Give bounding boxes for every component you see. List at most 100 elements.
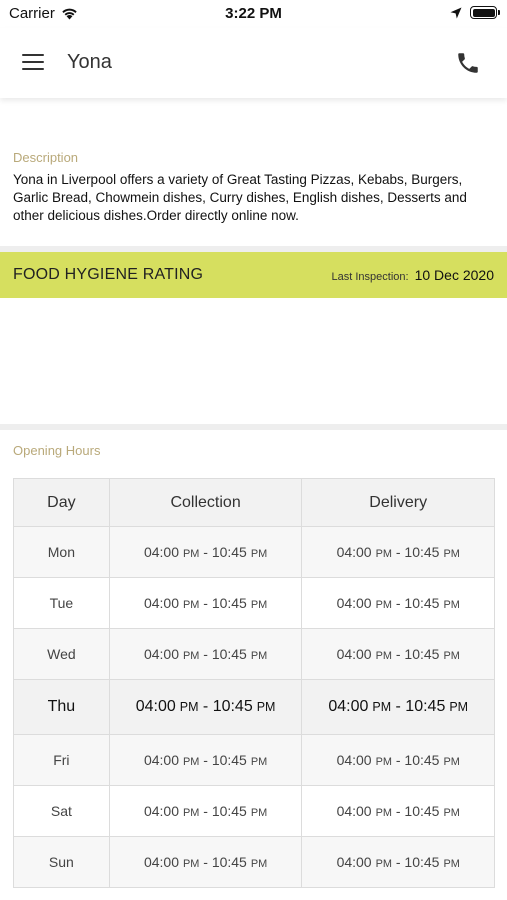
table-row: Thu 04:00 PM - 10:45 PM 04:00 PM - 10:45 PM <box>13 679 495 735</box>
opening-hours-table: Day Collection Delivery Mon 04:00 PM - 10:… <box>13 478 495 888</box>
day-cell: Thu <box>13 679 110 735</box>
last-inspection-date: 10 Dec 2020 <box>414 267 494 283</box>
time-value: 04:00 <box>336 646 372 662</box>
time-value: 04:00 <box>143 595 179 611</box>
time-value: 10:45 <box>405 698 446 715</box>
description-section: Description Yona in Liverpool offers a v… <box>13 150 497 225</box>
hamburger-menu-icon[interactable] <box>22 54 46 72</box>
ampm-label: PM <box>250 650 268 662</box>
app-header: Yona <box>0 28 507 98</box>
time-value: 04:00 <box>143 854 179 870</box>
collection-hours-cell: 04:00 PM - 10:45 PM <box>108 628 303 680</box>
column-header-collection: Collection <box>108 478 303 527</box>
ampm-label: PM <box>183 756 200 768</box>
time-value: 10:45 <box>211 595 247 611</box>
table-row: Fri 04:00 PM - 10:45 PM 04:00 PM - 10:45 PM <box>13 734 495 786</box>
status-bar: Carrier 3:22 PM <box>0 0 507 28</box>
battery-icon <box>470 6 500 19</box>
collection-hours-cell: 04:00 PM - 10:45 PM <box>108 785 303 837</box>
time-value: 04:00 <box>143 803 179 819</box>
ampm-label: PM <box>443 807 460 819</box>
ampm-label: PM <box>449 700 469 714</box>
time-value: 04:00 <box>336 595 372 611</box>
day-cell: Tue <box>13 577 110 629</box>
table-row: Sun 04:00 PM - 10:45 PM 04:00 PM - 10:45 PM <box>13 836 495 888</box>
phone-icon[interactable] <box>455 50 481 76</box>
ampm-label: PM <box>443 548 460 560</box>
ampm-label: PM <box>250 756 268 768</box>
time-separator: - <box>391 854 405 870</box>
collection-hours-cell: 04:00 PM - 10:45 PM <box>108 836 303 888</box>
day-cell: Fri <box>13 734 110 786</box>
collection-hours-cell: 04:00 PM - 10:45 PM <box>108 734 303 786</box>
time-separator: - <box>199 595 212 611</box>
delivery-hours-cell: 04:00 PM - 10:45 PM <box>301 526 495 578</box>
day-cell: Sun <box>13 836 110 888</box>
time-separator: - <box>391 803 405 819</box>
status-time: 3:22 PM <box>225 5 282 22</box>
delivery-hours-cell: 04:00 PM - 10:45 PM <box>301 785 495 837</box>
ampm-label: PM <box>256 700 276 714</box>
delivery-hours-cell: 04:00 PM - 10:45 PM <box>301 734 495 786</box>
collection-hours-cell: 04:00 PM - 10:45 PM <box>108 577 303 629</box>
delivery-hours-cell: 04:00 PM - 10:45 PM <box>301 577 495 629</box>
description-label: Description <box>13 150 79 165</box>
ampm-label: PM <box>250 807 268 819</box>
ampm-label: PM <box>375 599 392 611</box>
ampm-label: PM <box>375 650 392 662</box>
ampm-label: PM <box>183 858 200 870</box>
time-value: 04:00 <box>328 698 369 715</box>
opening-hours-label: Opening Hours <box>13 443 101 458</box>
ampm-label: PM <box>443 599 460 611</box>
description-text: Yona in Liverpool offers a variety of Gr… <box>13 172 467 223</box>
time-value: 10:45 <box>211 803 247 819</box>
time-separator: - <box>199 803 212 819</box>
last-inspection: Last Inspection: 10 Dec 2020 <box>332 267 494 283</box>
ampm-label: PM <box>443 650 460 662</box>
time-separator: - <box>391 595 405 611</box>
column-header-day: Day <box>13 478 110 527</box>
time-value: 04:00 <box>336 544 372 560</box>
ampm-label: PM <box>443 756 460 768</box>
time-separator: - <box>199 854 212 870</box>
ampm-label: PM <box>250 858 268 870</box>
time-value: 10:45 <box>211 544 247 560</box>
ampm-label: PM <box>372 700 392 714</box>
time-separator: - <box>391 646 405 662</box>
ampm-label: PM <box>443 858 460 870</box>
ampm-label: PM <box>183 650 200 662</box>
time-separator: - <box>199 752 212 768</box>
time-separator: - <box>199 646 212 662</box>
delivery-hours-cell: 04:00 PM - 10:45 PM <box>301 679 495 735</box>
table-row: Tue 04:00 PM - 10:45 PM 04:00 PM - 10:45 PM <box>13 577 495 629</box>
ampm-label: PM <box>183 548 200 560</box>
time-value: 10:45 <box>212 698 253 715</box>
day-cell: Mon <box>13 526 110 578</box>
food-hygiene-bar: FOOD HYGIENE RATING Last Inspection: 10 … <box>0 252 507 298</box>
time-value: 04:00 <box>336 803 372 819</box>
collection-hours-cell: 04:00 PM - 10:45 PM <box>108 526 303 578</box>
ampm-label: PM <box>250 548 268 560</box>
time-value: 10:45 <box>404 595 440 611</box>
ampm-label: PM <box>183 599 200 611</box>
collection-hours-cell: 04:00 PM - 10:45 PM <box>108 679 303 735</box>
status-right <box>450 6 500 19</box>
section-divider <box>0 424 507 430</box>
time-value: 04:00 <box>336 752 372 768</box>
time-value: 10:45 <box>211 752 247 768</box>
last-inspection-label: Last Inspection: <box>331 271 409 283</box>
time-value: 04:00 <box>336 854 372 870</box>
food-hygiene-title: FOOD HYGIENE RATING <box>13 266 204 283</box>
table-row: Mon 04:00 PM - 10:45 PM 04:00 PM - 10:45 PM <box>13 526 495 578</box>
column-header-delivery: Delivery <box>301 478 495 527</box>
time-value: 04:00 <box>143 646 179 662</box>
time-separator: - <box>391 544 405 560</box>
time-value: 10:45 <box>404 646 440 662</box>
day-cell: Wed <box>13 628 110 680</box>
time-value: 10:45 <box>404 803 440 819</box>
time-separator: - <box>199 544 212 560</box>
ampm-label: PM <box>375 756 392 768</box>
time-value: 04:00 <box>135 698 176 715</box>
table-row: Sat 04:00 PM - 10:45 PM 04:00 PM - 10:45 PM <box>13 785 495 837</box>
page-title: Yona <box>67 51 112 73</box>
